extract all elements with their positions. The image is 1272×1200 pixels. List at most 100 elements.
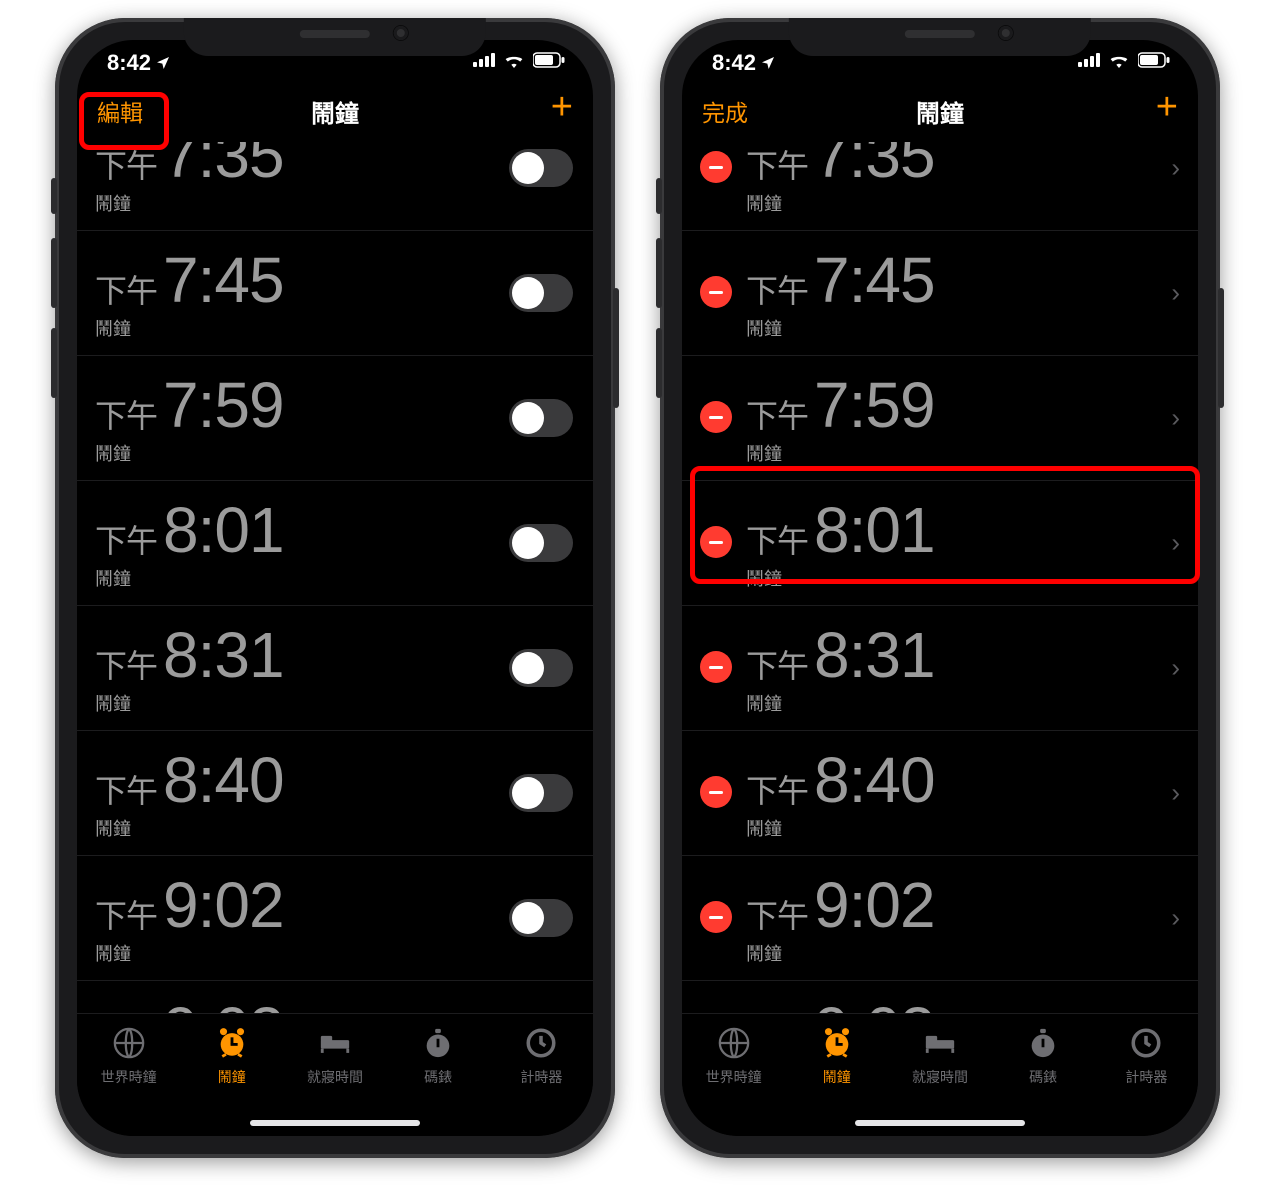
alarm-row[interactable]: 下午7:45鬧鐘 <box>77 231 593 356</box>
alarm-time-block: 下午8:01鬧鐘 <box>95 493 284 591</box>
chevron-right-icon[interactable]: › <box>1171 403 1180 434</box>
volume-up-button <box>656 238 662 308</box>
alarm-label: 鬧鐘 <box>746 315 935 341</box>
alarm-label: 鬧鐘 <box>746 690 935 716</box>
status-time: 8:42 <box>712 50 756 76</box>
phone-left: 8:42 編輯 <box>55 18 615 1158</box>
add-alarm-button[interactable]: + <box>1156 88 1178 126</box>
location-icon <box>760 55 776 71</box>
alarm-row[interactable]: 下午7:45鬧鐘 › <box>682 231 1198 356</box>
alarm-ampm: 下午 <box>746 891 808 937</box>
alarm-time-block: 下午7:35鬧鐘 <box>95 142 284 216</box>
alarm-time-block: 下午7:59鬧鐘 <box>95 368 284 466</box>
tab-globe[interactable]: 世界時鐘 <box>77 1026 180 1087</box>
tab-stopwatch[interactable]: 碼錶 <box>992 1026 1095 1087</box>
alarm-toggle[interactable] <box>509 649 573 687</box>
alarm-label: 鬧鐘 <box>746 565 935 591</box>
alarm-toggle[interactable] <box>509 774 573 812</box>
chevron-right-icon[interactable]: › <box>1171 778 1180 809</box>
alarm-row[interactable]: 下午8:40鬧鐘 <box>77 731 593 856</box>
chevron-right-icon[interactable]: › <box>1171 653 1180 684</box>
location-icon <box>155 55 171 71</box>
alarm-ampm: 下午 <box>746 266 808 312</box>
alarm-time: 9:03 <box>814 993 935 1013</box>
alarm-row[interactable]: 下午8:40鬧鐘 › <box>682 731 1198 856</box>
stopwatch-icon <box>421 1026 455 1063</box>
alarm-time: 7:35 <box>814 142 935 192</box>
alarm-time: 9:02 <box>814 868 935 942</box>
timer-icon <box>524 1026 558 1063</box>
delete-icon[interactable] <box>700 776 732 808</box>
alarm-toggle[interactable] <box>509 274 573 312</box>
tab-label: 計時器 <box>520 1067 562 1087</box>
alarm-row[interactable]: 下午8:01鬧鐘 <box>77 481 593 606</box>
alarm-row[interactable]: 下午9:02鬧鐘 › <box>682 856 1198 981</box>
alarm-time-block: 下午9:03鬧鐘 <box>746 993 935 1013</box>
alarm-label: 鬧鐘 <box>95 440 284 466</box>
alarm-label: 鬧鐘 <box>95 315 284 341</box>
delete-icon[interactable] <box>700 651 732 683</box>
alarm-list[interactable]: 下午7:35鬧鐘›下午7:45鬧鐘›下午7:59鬧鐘›下午8:01鬧鐘›下午8:… <box>682 142 1198 1013</box>
alarm-label: 鬧鐘 <box>746 190 935 216</box>
alarm-row[interactable]: 下午8:31鬧鐘 <box>77 606 593 731</box>
tab-timer[interactable]: 計時器 <box>490 1026 593 1087</box>
home-indicator[interactable] <box>855 1120 1025 1126</box>
alarm-time: 7:45 <box>814 243 935 317</box>
tab-label: 就寢時間 <box>307 1067 363 1087</box>
tab-bed[interactable]: 就寢時間 <box>283 1026 386 1087</box>
notch <box>184 18 486 56</box>
alarm-row[interactable]: 下午9:02鬧鐘 <box>77 856 593 981</box>
stopwatch-icon <box>1026 1026 1060 1063</box>
alarm-time: 8:40 <box>163 743 284 817</box>
delete-icon[interactable] <box>700 276 732 308</box>
tab-timer[interactable]: 計時器 <box>1095 1026 1198 1087</box>
globe-icon <box>112 1026 146 1063</box>
tab-stopwatch[interactable]: 碼錶 <box>387 1026 490 1087</box>
tab-alarm[interactable]: 鬧鐘 <box>180 1026 283 1087</box>
alarm-time-block: 下午8:40鬧鐘 <box>746 743 935 841</box>
home-indicator[interactable] <box>250 1120 420 1126</box>
alarm-row[interactable]: 下午8:31鬧鐘› <box>682 606 1198 731</box>
alarm-time: 7:59 <box>163 368 284 442</box>
delete-icon[interactable] <box>700 401 732 433</box>
alarm-row[interactable]: 下午9:03鬧鐘 <box>77 981 593 1013</box>
alarm-row[interactable]: 下午9:03鬧鐘› <box>682 981 1198 1013</box>
volume-down-button <box>656 328 662 398</box>
alarm-ampm: 下午 <box>95 891 157 937</box>
alarm-label: 鬧鐘 <box>95 690 284 716</box>
alarm-time: 8:40 <box>814 743 935 817</box>
signal-icon <box>1078 53 1100 67</box>
chevron-right-icon[interactable]: › <box>1171 153 1180 184</box>
alarm-ampm: 下午 <box>95 766 157 812</box>
alarm-time-block: 下午8:40鬧鐘 <box>95 743 284 841</box>
alarm-time-block: 下午9:02鬧鐘 <box>746 868 935 966</box>
tab-globe[interactable]: 世界時鐘 <box>682 1026 785 1087</box>
delete-icon[interactable] <box>700 151 732 183</box>
alarm-toggle[interactable] <box>509 899 573 937</box>
alarm-ampm: 下午 <box>746 516 808 562</box>
alarm-toggle[interactable] <box>509 399 573 437</box>
globe-icon <box>717 1026 751 1063</box>
tab-alarm[interactable]: 鬧鐘 <box>785 1026 888 1087</box>
delete-icon[interactable] <box>700 901 732 933</box>
status-time: 8:42 <box>107 50 151 76</box>
alarm-ampm: 下午 <box>95 142 157 187</box>
alarm-label: 鬧鐘 <box>746 940 935 966</box>
chevron-right-icon[interactable]: › <box>1171 903 1180 934</box>
delete-icon[interactable] <box>700 526 732 558</box>
tab-label: 就寢時間 <box>912 1067 968 1087</box>
add-alarm-button[interactable]: + <box>551 88 573 126</box>
chevron-right-icon[interactable]: › <box>1171 528 1180 559</box>
alarm-toggle[interactable] <box>509 149 573 187</box>
alarm-row[interactable]: 下午7:35鬧鐘 › <box>682 142 1198 231</box>
alarm-row[interactable]: 下午7:59鬧鐘 <box>77 356 593 481</box>
alarm-time-block: 下午7:35鬧鐘 <box>746 142 935 216</box>
alarm-row[interactable]: 下午7:59鬧鐘› <box>682 356 1198 481</box>
alarm-list[interactable]: 下午7:35鬧鐘下午7:45鬧鐘下午7:59鬧鐘下午8:01鬧鐘下午8:31鬧鐘… <box>77 142 593 1013</box>
alarm-toggle[interactable] <box>509 524 573 562</box>
alarm-time-block: 下午7:45鬧鐘 <box>746 243 935 341</box>
tab-bed[interactable]: 就寢時間 <box>888 1026 991 1087</box>
alarm-row[interactable]: 下午8:01鬧鐘› <box>682 481 1198 606</box>
alarm-row[interactable]: 下午7:35鬧鐘 <box>77 142 593 231</box>
chevron-right-icon[interactable]: › <box>1171 278 1180 309</box>
